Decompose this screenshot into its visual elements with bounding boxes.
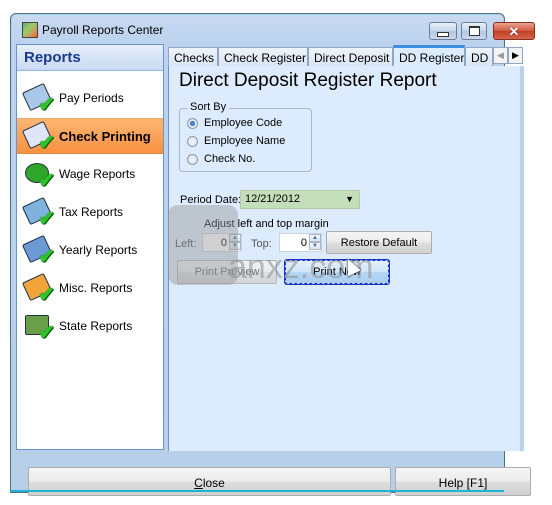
tab-direct-deposit[interactable]: Direct Deposit bbox=[308, 47, 393, 66]
window-bottom-border bbox=[10, 490, 504, 492]
spin-up-button[interactable]: ▲ bbox=[309, 234, 321, 242]
radio-label: Check No. bbox=[204, 153, 256, 165]
sort-by-group: Sort By Employee Code Employee Name Chec… bbox=[179, 101, 312, 172]
maximize-button[interactable] bbox=[461, 22, 487, 40]
report-tabs: Checks Check Register Direct Deposit DD … bbox=[168, 45, 524, 67]
sidebar-item-label: Yearly Reports bbox=[59, 243, 138, 257]
close-mnemonic: C bbox=[194, 476, 203, 490]
sidebar-item-label: Wage Reports bbox=[59, 167, 136, 181]
tab-dd-register[interactable]: DD Register bbox=[393, 45, 465, 67]
period-date-value: 12/21/2012 bbox=[245, 193, 301, 205]
reports-sidebar: Reports ✔ Pay Periods ✔ Check Printing ✔… bbox=[16, 44, 164, 450]
sidebar-item-misc-reports[interactable]: ✔ Misc. Reports bbox=[17, 270, 163, 306]
tab-dd-overflow[interactable]: DD I bbox=[465, 47, 493, 66]
sidebar-item-label: Tax Reports bbox=[59, 205, 124, 219]
tab-scroll-right-button[interactable]: ▶ bbox=[508, 47, 523, 64]
tab-check-register[interactable]: Check Register bbox=[218, 47, 308, 66]
radio-label: Employee Code bbox=[204, 117, 283, 129]
sidebar-item-check-printing[interactable]: ✔ Check Printing bbox=[17, 118, 163, 154]
arrow-right-icon: ▶ bbox=[512, 50, 519, 60]
sort-employee-code-radio[interactable]: Employee Code bbox=[187, 117, 282, 129]
misc-reports-icon: ✔ bbox=[21, 272, 55, 305]
minimize-icon bbox=[437, 31, 449, 37]
sidebar-item-yearly-reports[interactable]: ✔ Yearly Reports bbox=[17, 232, 163, 268]
close-label: lose bbox=[202, 476, 225, 490]
radio-checked-icon bbox=[187, 117, 198, 129]
close-icon: ✕ bbox=[508, 23, 520, 39]
radio-unchecked-icon bbox=[187, 153, 198, 165]
yearly-reports-icon: ✔ bbox=[21, 234, 55, 267]
sort-by-legend: Sort By bbox=[187, 101, 230, 113]
app-icon bbox=[22, 22, 38, 38]
pay-periods-icon: ✔ bbox=[21, 82, 55, 115]
radio-unchecked-icon bbox=[187, 135, 198, 147]
window-title: Payroll Reports Center bbox=[42, 23, 164, 37]
arrow-left-icon: ◀ bbox=[497, 50, 504, 60]
tab-scroll-left-button[interactable]: ◀ bbox=[493, 47, 508, 64]
tax-reports-icon: ✔ bbox=[21, 196, 55, 229]
dropdown-arrow-icon: ▼ bbox=[345, 194, 354, 204]
period-date-select[interactable]: 12/21/2012 ▼ bbox=[240, 190, 360, 209]
sidebar-item-label: Check Printing bbox=[59, 128, 151, 144]
maximize-icon bbox=[468, 26, 480, 36]
title-bar[interactable]: Payroll Reports Center ✕ bbox=[11, 14, 535, 42]
report-title: Direct Deposit Register Report bbox=[179, 70, 437, 91]
sidebar-item-pay-periods[interactable]: ✔ Pay Periods bbox=[17, 80, 163, 116]
sort-check-no-radio[interactable]: Check No. bbox=[187, 153, 255, 165]
sidebar-item-label: Misc. Reports bbox=[59, 281, 133, 295]
sort-employee-name-radio[interactable]: Employee Name bbox=[187, 135, 285, 147]
sidebar-item-wage-reports[interactable]: ✔ Wage Reports bbox=[17, 156, 163, 192]
sidebar-item-tax-reports[interactable]: ✔ Tax Reports bbox=[17, 194, 163, 230]
sidebar-header: Reports bbox=[17, 45, 163, 71]
minimize-button[interactable] bbox=[429, 22, 457, 40]
radio-label: Employee Name bbox=[204, 135, 286, 147]
sidebar-item-label: State Reports bbox=[59, 319, 133, 333]
tab-checks[interactable]: Checks bbox=[168, 47, 218, 66]
close-window-button[interactable]: ✕ bbox=[493, 22, 535, 40]
sidebar-item-state-reports[interactable]: ✔ State Reports bbox=[17, 308, 163, 344]
check-printing-icon: ✔ bbox=[21, 120, 55, 153]
state-reports-icon: ✔ bbox=[23, 311, 55, 343]
sidebar-item-label: Pay Periods bbox=[59, 91, 124, 105]
wage-reports-icon: ✔ bbox=[23, 159, 55, 191]
